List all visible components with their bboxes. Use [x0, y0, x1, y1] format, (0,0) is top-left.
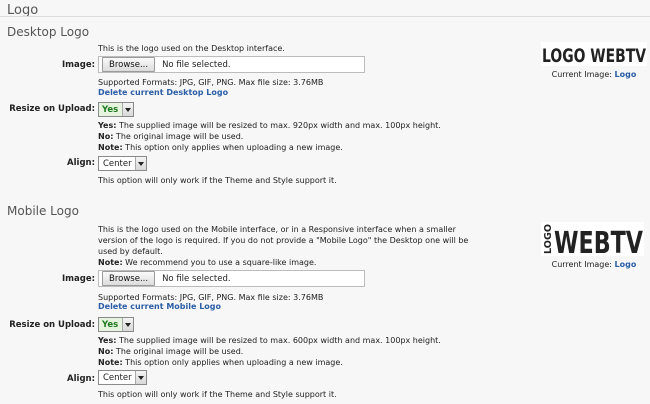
- desktop-resize-label: Resize on Upload:: [9, 104, 95, 114]
- no-text: The original image will be used.: [113, 132, 244, 141]
- yes-text: The supplied image will be resized to ma…: [116, 336, 441, 345]
- mobile-file-status: No file selected.: [162, 273, 231, 284]
- mobile-current-image-link[interactable]: Logo: [615, 260, 637, 269]
- mobile-image-label: Image:: [61, 274, 95, 284]
- desktop-intro: This is the logo used on the Desktop int…: [98, 44, 285, 53]
- desktop-browse-button[interactable]: Browse...: [102, 57, 156, 72]
- mobile-align-label: Align:: [67, 374, 95, 384]
- current-image-prefix: Current Image:: [551, 70, 615, 79]
- no-key: No:: [98, 132, 114, 141]
- desktop-current-image-link[interactable]: Logo: [615, 70, 637, 79]
- desktop-image-label: Image:: [61, 60, 95, 70]
- note-text: This option only applies when uploading …: [122, 143, 343, 152]
- mobile-current-image: Current Image: Logo: [541, 260, 647, 269]
- mobile-file-input[interactable]: Browse... No file selected.: [98, 270, 365, 287]
- desktop-formats: Supported Formats: JPG, GIF, PNG. Max fi…: [98, 78, 324, 87]
- delete-mobile-logo-link[interactable]: Delete current Mobile Logo: [98, 302, 221, 311]
- chevron-down-icon: [122, 318, 134, 331]
- desktop-logo-text: LOGO WEBTV: [542, 45, 646, 66]
- mobile-square-note: Note: We recommend you to use a square-l…: [98, 257, 316, 268]
- note-key: Note:: [98, 358, 123, 367]
- no-text: The original image will be used.: [113, 347, 244, 356]
- logo-image-icon: LOGO WEBTV: [543, 224, 644, 261]
- chevron-down-icon: [134, 157, 146, 170]
- desktop-align-select[interactable]: Center: [98, 156, 147, 171]
- desktop-resize-select[interactable]: Yes: [98, 102, 135, 117]
- desktop-resize-yes-desc: Yes: The supplied image will be resized …: [98, 120, 441, 131]
- mobile-resize-yes-desc: Yes: The supplied image will be resized …: [98, 335, 441, 346]
- desktop-align-value: Center: [103, 158, 132, 169]
- desktop-resize-note: Note: This option only applies when uplo…: [98, 142, 343, 153]
- mobile-intro-line-3: used by default.: [98, 247, 163, 256]
- desktop-file-input[interactable]: Browse... No file selected.: [98, 56, 365, 73]
- note-text: This option only applies when uploading …: [122, 358, 343, 367]
- desktop-logo-preview: LOGO WEBTV: [541, 42, 647, 67]
- mobile-resize-value: Yes: [102, 319, 119, 330]
- mobile-browse-button[interactable]: Browse...: [102, 271, 156, 286]
- mobile-align-select[interactable]: Center: [98, 370, 147, 385]
- mobile-resize-note: Note: This option only applies when uplo…: [98, 357, 343, 368]
- mobile-resize-select[interactable]: Yes: [98, 317, 135, 332]
- desktop-current-image: Current Image: Logo: [541, 70, 647, 79]
- no-key: No:: [98, 347, 114, 356]
- mobile-logo-preview: LOGO WEBTV: [541, 222, 644, 261]
- note-text: We recommend you to use a square-like im…: [122, 258, 317, 267]
- delete-desktop-logo-link[interactable]: Delete current Desktop Logo: [98, 88, 228, 97]
- desktop-resize-value: Yes: [102, 104, 119, 115]
- desktop-align-note: This option will only work if the Theme …: [98, 176, 337, 185]
- yes-key: Yes:: [98, 336, 117, 345]
- mobile-logo-main-text: WEBTV: [554, 226, 644, 256]
- mobile-resize-label: Resize on Upload:: [9, 320, 95, 330]
- mobile-align-value: Center: [103, 372, 132, 383]
- mobile-align-note: This option will only work if the Theme …: [98, 390, 337, 399]
- mobile-intro-line-1: This is the logo used on the Mobile inte…: [98, 225, 456, 234]
- desktop-resize-no-desc: No: The original image will be used.: [98, 131, 243, 142]
- note-key: Note:: [98, 143, 123, 152]
- mobile-section-title: Mobile Logo: [7, 204, 79, 218]
- mobile-resize-no-desc: No: The original image will be used.: [98, 346, 243, 357]
- desktop-align-label: Align:: [67, 158, 95, 168]
- desktop-section-title: Desktop Logo: [7, 25, 90, 39]
- desktop-file-status: No file selected.: [162, 59, 231, 70]
- mobile-intro-line-2: version of the logo is required. If you …: [98, 236, 469, 245]
- current-image-prefix: Current Image:: [551, 260, 615, 269]
- chevron-down-icon: [134, 371, 146, 384]
- mobile-logo-vertical-text: LOGO: [543, 224, 554, 254]
- chevron-down-icon: [122, 103, 134, 116]
- note-key: Note:: [98, 258, 123, 267]
- title-divider: [0, 16, 650, 17]
- logo-image-icon: LOGO WEBTV: [542, 45, 646, 67]
- yes-key: Yes:: [98, 121, 117, 130]
- yes-text: The supplied image will be resized to ma…: [116, 121, 441, 130]
